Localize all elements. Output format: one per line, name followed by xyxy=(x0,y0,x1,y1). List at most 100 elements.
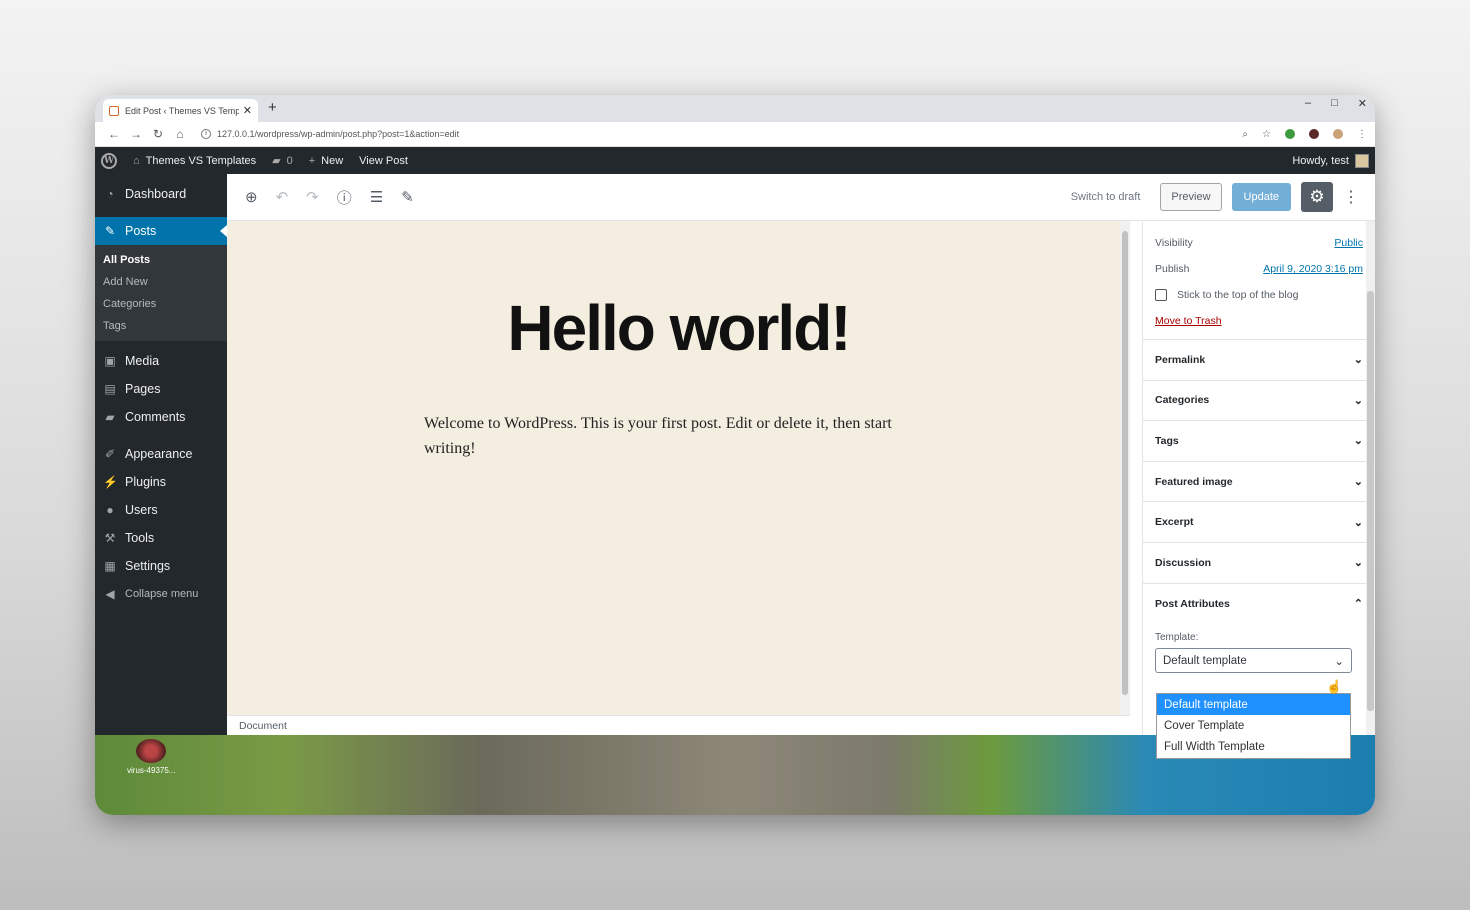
collapse-menu-button[interactable]: ◀ Collapse menu xyxy=(95,580,227,608)
sticky-checkbox[interactable] xyxy=(1155,289,1167,301)
chevron-down-icon: ⌄ xyxy=(1334,655,1344,668)
sidebar-item-label: Settings xyxy=(125,559,171,573)
sidebar-item-tools[interactable]: ⚒ Tools xyxy=(95,524,227,552)
extension-icon-2[interactable] xyxy=(1309,129,1319,139)
browser-actions: ⌕ ☆ ⋮ xyxy=(1242,129,1367,140)
new-tab-button[interactable]: + xyxy=(268,99,277,116)
panel-discussion[interactable]: Discussion ⌄ xyxy=(1143,543,1375,584)
template-select[interactable]: Default template ⌄ xyxy=(1155,648,1352,674)
browser-menu-icon[interactable]: ⋮ xyxy=(1357,129,1367,140)
sidebar-item-users[interactable]: ● Users xyxy=(95,496,227,524)
forward-icon[interactable]: → xyxy=(125,127,147,141)
extension-icon[interactable] xyxy=(1285,129,1295,139)
move-to-trash-link[interactable]: Move to Trash xyxy=(1155,315,1363,327)
edit-icon[interactable]: ✎ xyxy=(401,188,414,206)
scrollbar-thumb[interactable] xyxy=(1367,291,1374,711)
submenu-categories[interactable]: Categories xyxy=(95,293,227,315)
template-label: Template: xyxy=(1155,632,1199,644)
switch-to-draft-button[interactable]: Switch to draft xyxy=(1071,191,1141,203)
panel-categories[interactable]: Categories ⌄ xyxy=(1143,381,1375,422)
sidebar-item-appearance[interactable]: ✐ Appearance xyxy=(95,440,227,468)
maximize-button[interactable]: □ xyxy=(1331,97,1338,110)
template-option-full-width[interactable]: Full Width Template xyxy=(1157,737,1350,758)
comments-link[interactable]: ▰ 0 xyxy=(272,154,293,168)
panel-title: Excerpt xyxy=(1155,516,1194,529)
kebab-icon[interactable]: ⋮ xyxy=(1343,187,1359,207)
chevron-down-icon: ⌄ xyxy=(1353,354,1363,367)
post-title[interactable]: Hello world! xyxy=(227,291,1130,365)
panel-post-attributes[interactable]: Post Attributes ⌃ xyxy=(1143,584,1375,625)
bookmark-star-icon[interactable]: ☆ xyxy=(1262,129,1271,140)
post-attributes-body: Template: Default template ⌄ xyxy=(1143,624,1375,681)
url-field[interactable]: i 127.0.0.1/wordpress/wp-admin/post.php?… xyxy=(201,129,1242,139)
update-button[interactable]: Update xyxy=(1231,183,1291,211)
submenu-tags[interactable]: Tags xyxy=(95,315,227,337)
home-icon[interactable]: ⌂ xyxy=(169,127,191,141)
browser-tab[interactable]: Edit Post ‹ Themes VS Template: ✕ xyxy=(103,99,258,122)
collapse-label: Collapse menu xyxy=(125,588,199,600)
site-name-link[interactable]: ⌂ Themes VS Templates xyxy=(133,155,256,167)
panel-permalink[interactable]: Permalink ⌄ xyxy=(1143,340,1375,381)
admin-sidebar: ◔ Dashboard ✎ Posts All Posts Add New Ca… xyxy=(95,174,227,735)
account-menu[interactable]: Howdy, test xyxy=(1292,153,1369,168)
status-panel: Visibility Public Publish April 9, 2020 … xyxy=(1143,221,1375,340)
canvas-scrollbar[interactable] xyxy=(1120,221,1130,715)
window-controls: – □ ✕ xyxy=(1305,97,1367,110)
sidebar-item-plugins[interactable]: ⚡ Plugins xyxy=(95,468,227,496)
comments-count: 0 xyxy=(286,154,293,167)
wp-logo-menu[interactable]: W xyxy=(101,152,117,169)
posts-submenu: All Posts Add New Categories Tags xyxy=(95,245,227,341)
template-option-cover[interactable]: Cover Template xyxy=(1157,715,1350,736)
sidebar-item-label: Media xyxy=(125,354,160,368)
panel-excerpt[interactable]: Excerpt ⌄ xyxy=(1143,502,1375,543)
pin-icon: ✎ xyxy=(104,224,116,238)
sidebar-item-dashboard[interactable]: ◔ Dashboard xyxy=(95,180,227,208)
site-name: Themes VS Templates xyxy=(145,154,257,167)
template-select-value: Default template xyxy=(1163,654,1247,667)
chevron-down-icon: ⌄ xyxy=(1353,435,1363,448)
preview-button[interactable]: Preview xyxy=(1160,183,1222,211)
profile-avatar-icon[interactable] xyxy=(1333,129,1343,139)
plus-icon: + xyxy=(308,154,316,167)
editor-canvas: Hello world! Welcome to WordPress. This … xyxy=(227,221,1130,715)
publish-date-link[interactable]: April 9, 2020 3:16 pm xyxy=(1263,263,1363,275)
redo-icon[interactable]: ↷ xyxy=(306,188,319,206)
sidebar-item-comments[interactable]: ▰ Comments xyxy=(95,403,227,431)
breadcrumb[interactable]: Document xyxy=(227,715,1130,735)
sidebar-item-media[interactable]: ▣ Media xyxy=(95,347,227,375)
scrollbar-thumb[interactable] xyxy=(1122,231,1128,695)
paragraph-block[interactable]: Welcome to WordPress. This is your first… xyxy=(424,411,914,461)
panel-tags[interactable]: Tags ⌄ xyxy=(1143,421,1375,462)
reload-icon[interactable]: ↻ xyxy=(147,127,169,141)
minimize-button[interactable]: – xyxy=(1305,97,1311,110)
chevron-down-icon: ⌄ xyxy=(1353,557,1363,570)
back-icon[interactable]: ← xyxy=(103,127,125,141)
info-icon[interactable]: ⓘ xyxy=(337,187,352,208)
sidebar-item-pages[interactable]: ▤ Pages xyxy=(95,375,227,403)
add-block-icon[interactable]: ⊕ xyxy=(245,188,258,206)
settings-scrollbar[interactable] xyxy=(1366,221,1375,735)
sidebar-item-settings[interactable]: ▦ Settings xyxy=(95,552,227,580)
list-view-icon[interactable]: ☰ xyxy=(370,188,383,206)
zoom-icon[interactable]: ⌕ xyxy=(1242,129,1248,140)
submenu-add-new[interactable]: Add New xyxy=(95,271,227,293)
template-option-default[interactable]: Default template xyxy=(1157,694,1350,716)
site-info-icon[interactable]: i xyxy=(201,129,211,139)
sidebar-item-label: Tools xyxy=(125,531,155,545)
panel-featured-image[interactable]: Featured image ⌄ xyxy=(1143,462,1375,503)
gear-icon[interactable]: ⚙ xyxy=(1301,182,1333,212)
visibility-link[interactable]: Public xyxy=(1334,237,1363,249)
view-post-label: View Post xyxy=(359,154,408,167)
view-post-link[interactable]: View Post xyxy=(359,155,408,167)
submenu-all-posts[interactable]: All Posts xyxy=(95,249,227,271)
sidebar-item-posts[interactable]: ✎ Posts xyxy=(95,217,227,245)
desktop-file-icon[interactable]: virus-49375... xyxy=(127,739,175,775)
editor-toolbar: ⊕ ↶ ↷ ⓘ ☰ ✎ Switch to draft Preview Upda… xyxy=(227,174,1375,221)
plug-icon: ⚡ xyxy=(103,475,118,489)
new-content-link[interactable]: + New xyxy=(309,155,343,167)
close-window-button[interactable]: ✕ xyxy=(1358,97,1367,110)
sidebar-item-label: Dashboard xyxy=(125,187,187,201)
undo-icon[interactable]: ↶ xyxy=(276,188,289,206)
close-tab-icon[interactable]: ✕ xyxy=(243,104,252,117)
howdy-text: Howdy, test xyxy=(1292,154,1349,167)
